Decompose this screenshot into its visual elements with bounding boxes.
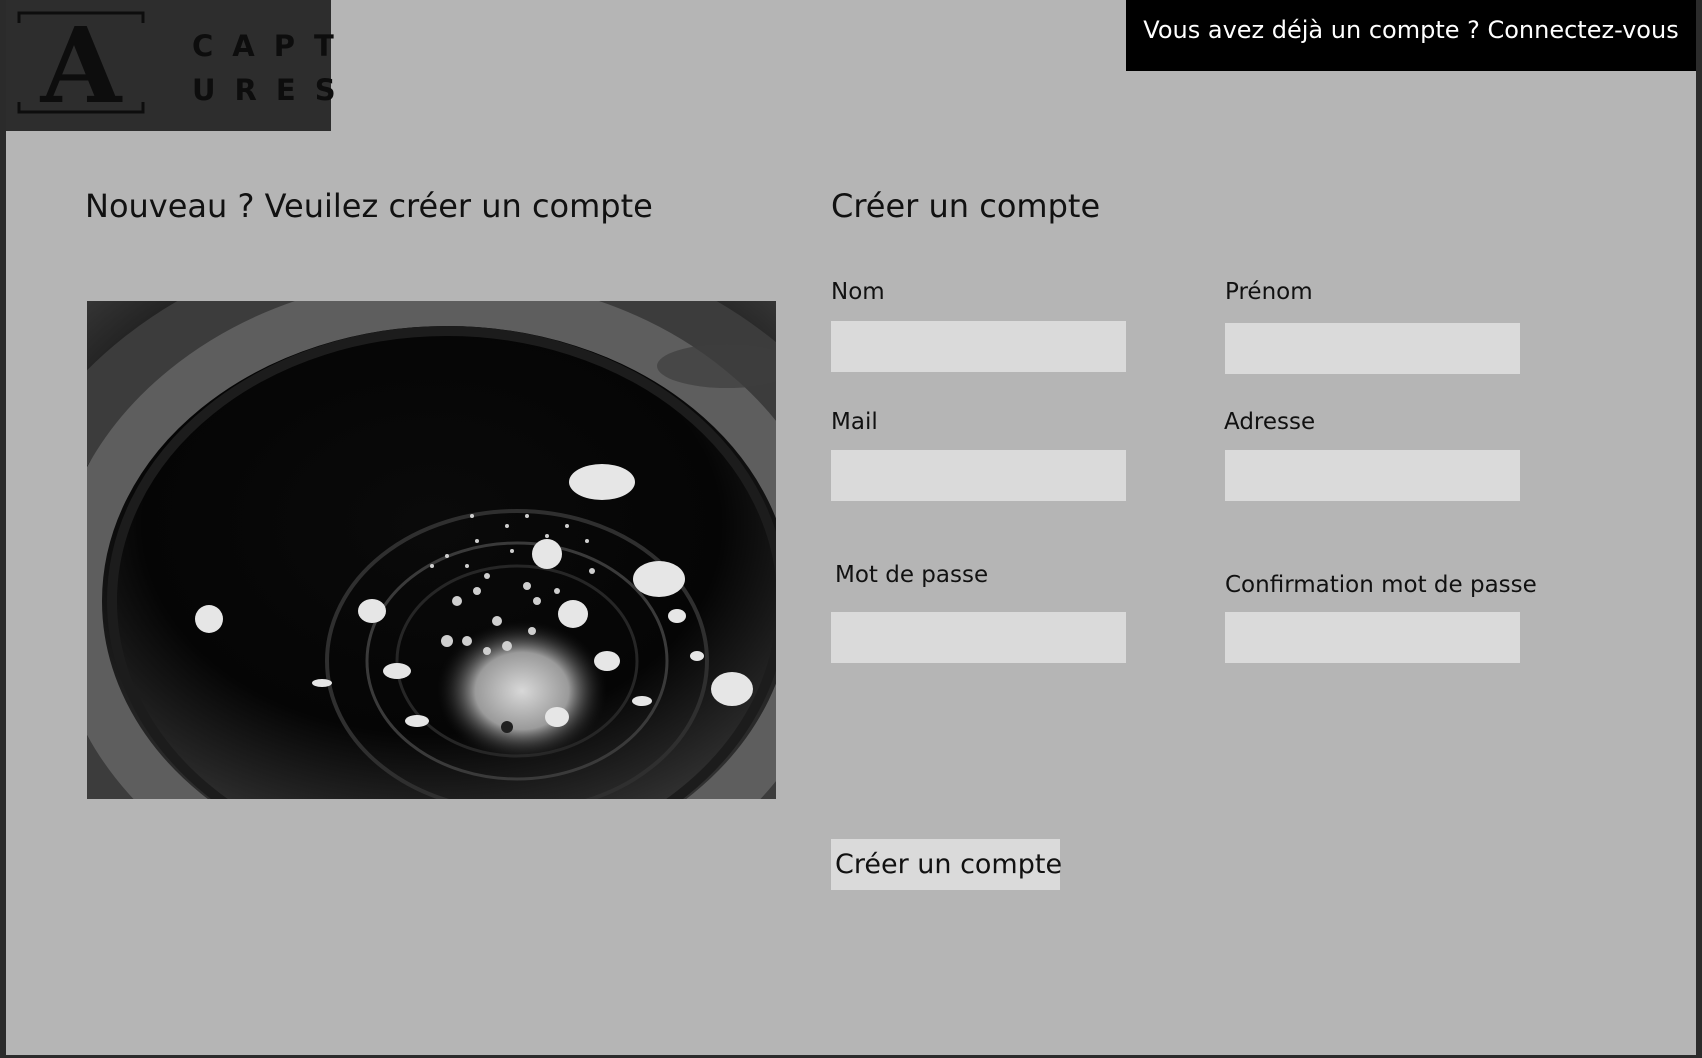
create-account-button[interactable]: Créer un compte (831, 839, 1062, 890)
logo-wordmark-line1: CAPT (192, 29, 353, 63)
camera-lens-photo (87, 301, 776, 799)
form-title: Créer un compte (831, 187, 1101, 225)
password-label: Mot de passe (835, 562, 989, 588)
nom-input[interactable] (831, 321, 1126, 372)
password-input[interactable] (831, 612, 1126, 663)
svg-text:A: A (40, 11, 123, 114)
logo-wordmark-line2: URES (192, 73, 355, 107)
logo-letter-a-icon: A (17, 11, 145, 114)
mail-input[interactable] (831, 450, 1126, 501)
logo[interactable]: A CAPT URES (6, 0, 355, 131)
prenom-input[interactable] (1225, 323, 1520, 374)
password-confirm-label: Confirmation mot de passe (1225, 572, 1537, 598)
mail-label: Mail (831, 409, 878, 435)
page: A CAPT URES Vous avez déjà un compte ? C… (6, 0, 1696, 1055)
nom-label: Nom (831, 279, 885, 305)
logo-wordmark: CAPT URES (192, 24, 355, 112)
adresse-label: Adresse (1224, 409, 1316, 435)
adresse-input[interactable] (1225, 450, 1520, 501)
password-confirm-input[interactable] (1225, 612, 1520, 663)
prenom-label: Prénom (1225, 279, 1313, 305)
intro-title: Nouveau ? Veuilez créer un compte (85, 187, 653, 225)
login-link[interactable]: Vous avez déjà un compte ? Connectez-vou… (1126, 0, 1696, 71)
